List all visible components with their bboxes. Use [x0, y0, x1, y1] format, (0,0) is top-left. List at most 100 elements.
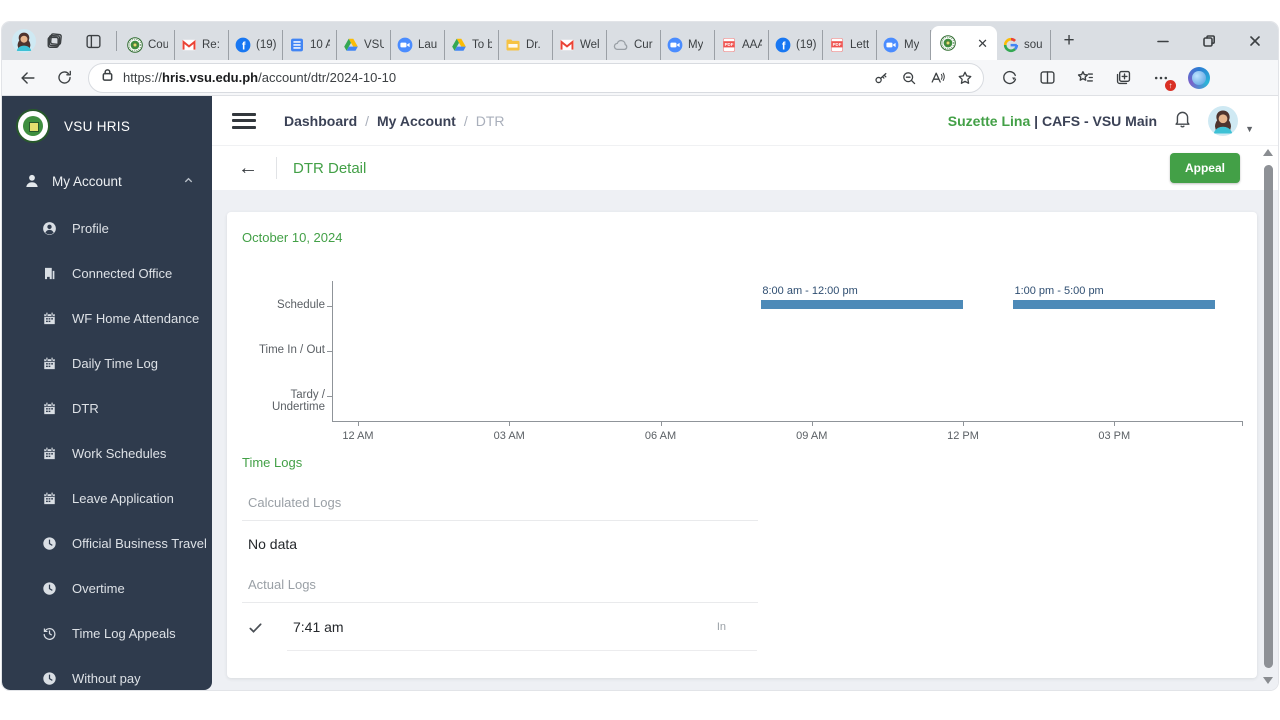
split-screen-icon[interactable]: [1028, 63, 1066, 93]
tab-close-icon[interactable]: ✕: [977, 37, 988, 50]
svg-text:PDF: PDF: [833, 42, 842, 47]
browser-tab[interactable]: My: [661, 30, 715, 60]
calendar-icon: [42, 356, 57, 371]
sidebar-item-label: Official Business Travel: [72, 536, 207, 551]
avatar-caret-icon[interactable]: ▼: [1245, 124, 1254, 134]
chart-y-axis: [332, 281, 333, 421]
back-icon[interactable]: [10, 63, 46, 93]
sidebar-item-leave-application[interactable]: Leave Application: [2, 476, 212, 521]
chart-axis-end-tick: [1242, 421, 1243, 426]
sidebar-item-work-schedules[interactable]: Work Schedules: [2, 431, 212, 476]
sidebar-item-label: Daily Time Log: [72, 356, 158, 371]
browser-tab[interactable]: To b: [445, 30, 499, 60]
favorites-list-icon[interactable]: [1066, 63, 1104, 93]
clock-icon: [42, 671, 57, 686]
page-header: ← DTR Detail Appeal: [212, 145, 1278, 190]
pdf-icon: PDF: [829, 37, 845, 53]
collections-icon[interactable]: [1104, 63, 1142, 93]
page-back-icon[interactable]: ←: [238, 157, 264, 180]
read-aloud-icon[interactable]: [923, 65, 951, 91]
hamburger-menu-icon[interactable]: [232, 111, 256, 131]
tab-label: My: [904, 39, 920, 51]
close-window-icon[interactable]: [1232, 22, 1278, 60]
browser-tab[interactable]: Lau: [391, 30, 445, 60]
settings-more-icon[interactable]: ↑: [1142, 63, 1180, 93]
new-tab-button[interactable]: +: [1055, 27, 1083, 55]
appeal-button[interactable]: Appeal: [1169, 153, 1240, 183]
drive-icon: [451, 37, 467, 53]
browser-tab[interactable]: PDF Lett: [823, 30, 877, 60]
user-avatar[interactable]: [1208, 105, 1239, 136]
sidebar-item-daily-time-log[interactable]: Daily Time Log: [2, 341, 212, 386]
browser-toolbar: https://hris.vsu.edu.ph/account/dtr/2024…: [2, 60, 1278, 96]
calendar-icon: [42, 446, 57, 461]
browser-tab[interactable]: sou: [997, 30, 1051, 60]
minimize-icon[interactable]: [1140, 22, 1186, 60]
sidebar-item-connected-office[interactable]: Connected Office: [2, 251, 212, 296]
dtr-card: October 10, 2024 Schedule Time In / Out Ta…: [227, 212, 1257, 678]
browser-tab[interactable]: f (19): [229, 30, 283, 60]
breadcrumb-item[interactable]: My Account: [377, 113, 456, 129]
calendar-icon: [42, 401, 57, 416]
sidebar-item-wf-home-attendance[interactable]: WF Home Attendance: [2, 296, 212, 341]
address-bar[interactable]: https://hris.vsu.edu.ph/account/dtr/2024…: [88, 62, 984, 93]
browser-tab-active[interactable]: ✕: [931, 26, 997, 60]
browser-tab[interactable]: Dr.: [499, 30, 553, 60]
breadcrumb-item[interactable]: Dashboard: [284, 113, 357, 129]
tab-label: (19): [256, 39, 276, 51]
tab-label: sou: [1024, 39, 1043, 51]
tab-label: My: [688, 39, 704, 51]
favorite-star-icon[interactable]: [951, 65, 979, 91]
calendar-icon: [42, 491, 57, 506]
zoom-icon: [667, 37, 683, 53]
browser-tab[interactable]: Re:: [175, 30, 229, 60]
sidebar-item-my-account[interactable]: My Account: [2, 156, 212, 206]
browser-profile-avatar[interactable]: [12, 29, 36, 53]
scrollbar-thumb[interactable]: [1263, 165, 1273, 668]
chart-x-tick: [963, 421, 965, 426]
copilot-icon[interactable]: [1180, 63, 1218, 93]
browser-tab[interactable]: f (19): [769, 30, 823, 60]
sidebar-item-overtime[interactable]: Overtime: [2, 566, 212, 611]
chart-x-tick: [660, 421, 662, 426]
browser-tab[interactable]: PDF AAA: [715, 30, 769, 60]
google-icon: [1003, 37, 1019, 53]
browser-essentials-icon[interactable]: [990, 63, 1028, 93]
refresh-icon[interactable]: [46, 63, 82, 93]
sidebar-item-time-log-appeals[interactable]: Time Log Appeals: [2, 611, 212, 656]
person-icon: [26, 174, 38, 187]
password-key-icon[interactable]: [867, 65, 895, 91]
sidebar-item-dtr[interactable]: DTR: [2, 386, 212, 431]
restore-icon[interactable]: [1186, 22, 1232, 60]
notifications-bell-icon[interactable]: [1172, 108, 1193, 134]
browser-tab[interactable]: My: [877, 30, 931, 60]
app-header: Dashboard / My Account / DTR Suzette Lina | …: [212, 96, 1278, 145]
zoom-out-icon[interactable]: [895, 65, 923, 91]
browser-tab[interactable]: VSU: [337, 30, 391, 60]
dtr-date: October 10, 2024: [242, 230, 343, 245]
browser-tab[interactable]: Wel: [553, 30, 607, 60]
scroll-up-icon[interactable]: [1263, 149, 1273, 156]
svg-text:f: f: [242, 41, 246, 53]
sidebar-item-label: WF Home Attendance: [72, 311, 200, 326]
sidebar-item-profile[interactable]: Profile: [2, 206, 212, 251]
scroll-down-icon[interactable]: [1263, 677, 1273, 684]
browser-tab[interactable]: 10 A: [283, 30, 337, 60]
tab-label: Cou: [148, 39, 168, 51]
tab-label: Dr.: [526, 39, 541, 51]
facebook-icon: f: [775, 37, 791, 53]
clock-icon: [42, 536, 57, 551]
chart-x-tick-label: 03 AM: [493, 430, 525, 442]
log-row: 7:41 am In: [242, 612, 758, 642]
breadcrumb-separator: /: [463, 112, 468, 129]
tab-layout-icon[interactable]: [74, 24, 112, 58]
sidebar-item-official-business-travel[interactable]: Official Business Travel: [2, 521, 212, 566]
browser-tab[interactable]: Cou: [121, 30, 175, 60]
sidebar-item-without-pay[interactable]: Without pay: [2, 656, 212, 690]
schedule-bar: [761, 300, 964, 309]
window-controls: [1140, 22, 1278, 60]
browser-tab[interactable]: Cur: [607, 30, 661, 60]
workspaces-icon[interactable]: [36, 24, 74, 58]
chart-x-tick-label: 12 AM: [342, 430, 374, 442]
sidebar-item-label: DTR: [72, 401, 99, 416]
